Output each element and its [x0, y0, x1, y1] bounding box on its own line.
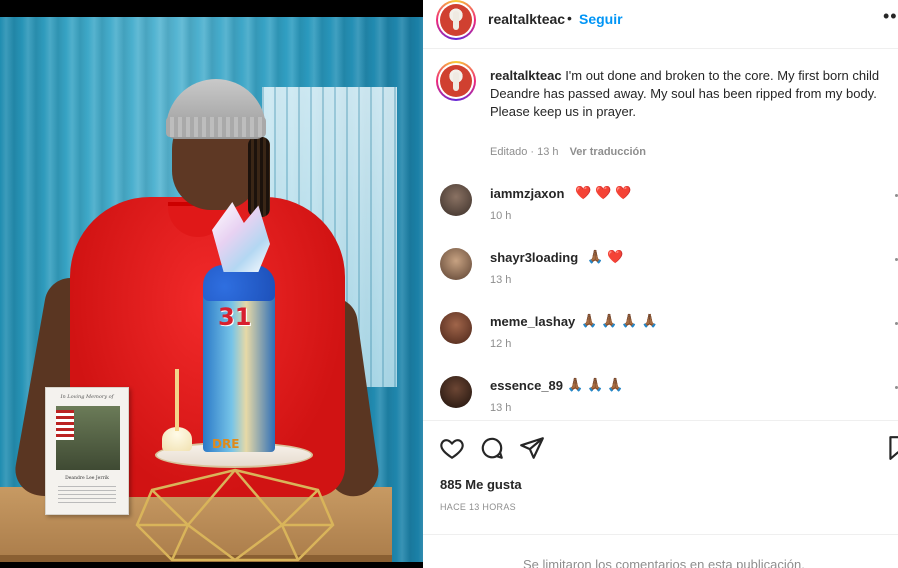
- comment-item: iammzjaxon ❤️❤️❤️ 10 h: [440, 184, 898, 248]
- beanie-band: [166, 117, 266, 137]
- man-dreads: [248, 137, 270, 217]
- bookmark-icon[interactable]: [885, 435, 898, 461]
- author-avatar-image: [440, 4, 472, 36]
- comment-time: 13 h: [490, 274, 512, 286]
- caption-time: 13 h: [537, 146, 559, 158]
- edited-label: Editado: [490, 146, 528, 158]
- see-translation-button[interactable]: Ver traducción: [570, 146, 646, 158]
- post-header: realtalkteac • Seguir ••: [423, 0, 898, 49]
- comment-avatar[interactable]: [440, 312, 472, 344]
- comment-text: 🙏🏾🙏🏾🙏🏾: [567, 377, 628, 392]
- comment-time: 13 h: [490, 402, 512, 414]
- comment-item: shayr3loading 🙏🏾❤️ 13 h: [440, 248, 898, 312]
- comment-avatar[interactable]: [440, 184, 472, 216]
- comment-icon[interactable]: [479, 435, 505, 461]
- caption-author-avatar[interactable]: [436, 61, 476, 101]
- comment-text: 🙏🏾🙏🏾🙏🏾🙏🏾: [581, 313, 662, 328]
- comment-time: 12 h: [490, 338, 512, 350]
- memorial-card-title: In Loving Memory of: [60, 394, 114, 400]
- caption-text-2: Please keep us in prayer.: [490, 104, 636, 119]
- post-photo[interactable]: In Loving Memory of Deandre Lee Jerrik 3…: [0, 0, 423, 568]
- comment-time: 10 h: [490, 210, 512, 222]
- photo-scene: In Loving Memory of Deandre Lee Jerrik 3…: [0, 17, 423, 562]
- comment-text: 🙏🏾❤️: [587, 249, 628, 264]
- cake-number: 31: [218, 303, 252, 331]
- comment-avatar[interactable]: [440, 376, 472, 408]
- candle: [175, 369, 179, 431]
- comment-username[interactable]: meme_lashay: [490, 314, 575, 329]
- memorial-card: In Loving Memory of Deandre Lee Jerrik: [45, 387, 129, 515]
- more-options-icon[interactable]: ••: [883, 6, 898, 27]
- comment-username[interactable]: shayr3loading: [490, 250, 578, 265]
- separator-dot: •: [567, 10, 572, 26]
- caption-meta: Editado · 13 h Ver traducción: [490, 146, 646, 158]
- comments-limited-text: Se limitaron los comentarios en esta pub…: [523, 557, 805, 568]
- post-timestamp[interactable]: HACE 13 HORAS: [440, 502, 516, 512]
- memorial-card-text: [58, 486, 116, 506]
- cake-name: DRE: [212, 437, 240, 451]
- flag: [56, 410, 74, 440]
- comment-item: meme_lashay 🙏🏾🙏🏾🙏🏾🙏🏾 12 h: [440, 312, 898, 376]
- caption-avatar-image: [440, 65, 472, 97]
- comment-text: ❤️❤️❤️: [575, 185, 636, 200]
- author-username[interactable]: realtalkteac: [488, 11, 565, 27]
- comment-username[interactable]: essence_89: [490, 378, 563, 393]
- post-caption: realtalkteac I'm out done and broken to …: [490, 67, 890, 121]
- memorial-card-name: Deandre Lee Jerrik: [65, 476, 109, 481]
- share-icon[interactable]: [519, 435, 545, 461]
- post-actions-bar: [423, 420, 898, 475]
- comments-limited-notice: Se limitaron los comentarios en esta pub…: [423, 534, 898, 568]
- caption-username[interactable]: realtalkteac: [490, 68, 562, 83]
- post-side-panel: realtalkteac • Seguir •• realtalkteac I'…: [423, 0, 898, 568]
- follow-button[interactable]: Seguir: [579, 11, 623, 27]
- gold-cake-stand: [135, 468, 335, 562]
- likes-count[interactable]: 885 Me gusta: [440, 477, 522, 492]
- comment-username[interactable]: iammzjaxon: [490, 186, 564, 201]
- heart-icon[interactable]: [439, 435, 465, 461]
- author-avatar[interactable]: [436, 0, 476, 40]
- comment-avatar[interactable]: [440, 248, 472, 280]
